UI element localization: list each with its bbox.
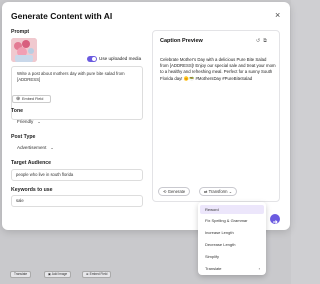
generate-button[interactable]: ⟲ Generate — [158, 187, 191, 196]
menu-item-label: Translate — [205, 266, 222, 271]
post-type-select[interactable]: Advertisement ⌄ — [17, 145, 54, 150]
menu-item-decrease-length[interactable]: Decrease Length — [200, 240, 264, 249]
footer-button-label: Translate — [14, 272, 28, 276]
generate-content-modal: Generate Content with AI × Prompt Use up… — [2, 2, 290, 230]
footer-button-label: Add Image — [51, 272, 68, 276]
target-audience-value: people who live in south florida — [16, 172, 74, 177]
menu-item-label: Decrease Length — [205, 242, 236, 247]
caption-preview-title: Caption Preview — [160, 38, 203, 44]
use-media-label: Use uploaded media — [99, 56, 142, 61]
menu-item-label: Increase Length — [205, 230, 234, 235]
flower-image-icon — [11, 38, 37, 62]
tone-label: Tone — [11, 108, 24, 114]
modal-title: Generate Content with AI — [11, 11, 113, 21]
send-button[interactable] — [270, 214, 280, 224]
send-icon — [273, 220, 278, 224]
embed-field-button[interactable]: ⊕ Embed Field — [12, 95, 51, 103]
caption-preview-text: Celebrate Mother's Day with a delicious … — [160, 57, 276, 81]
generate-label: Generate — [167, 189, 186, 194]
target-audience-label: Target Audience — [11, 160, 52, 166]
chevron-down-icon: ⌄ — [50, 145, 54, 150]
prompt-text: Write a post about mothers day with pure… — [17, 71, 125, 82]
sparkle-icon: ⟲ — [163, 189, 167, 194]
keywords-input[interactable]: sale — [11, 195, 143, 207]
chevron-right-icon: › — [258, 266, 260, 271]
menu-item-label: Reword — [205, 207, 219, 212]
menu-item-label: Fix Spelling & Grammar — [205, 218, 248, 223]
footer-button-label: Embed Field — [89, 272, 108, 276]
image-icon: ▣ — [48, 272, 52, 276]
menu-item-increase-length[interactable]: Increase Length — [200, 228, 264, 237]
transform-menu: Reword Fix Spelling & Grammar Increase L… — [198, 202, 266, 275]
keywords-label: Keywords to use — [11, 187, 53, 193]
footer-translate-button[interactable]: Translate — [10, 271, 32, 278]
post-type-value: Advertisement — [17, 145, 47, 150]
prompt-textarea[interactable]: Write a post about mothers day with pure… — [11, 66, 143, 120]
menu-item-label: Simplify — [205, 254, 220, 259]
menu-item-fix-spelling[interactable]: Fix Spelling & Grammar — [200, 216, 264, 225]
footer-add-image-button[interactable]: ▣ Add Image — [44, 271, 72, 278]
menu-item-simplify[interactable]: Simplify — [200, 252, 264, 261]
tone-value: Friendly — [17, 119, 34, 124]
prompt-label: Prompt — [11, 29, 30, 35]
close-icon[interactable]: × — [275, 10, 280, 20]
chevron-down-icon: ⌄ — [228, 189, 233, 194]
footer-embed-field-button[interactable]: ⊕ Embed Field — [82, 271, 112, 278]
tone-select[interactable]: Friendly ⌄ — [17, 119, 41, 124]
embed-icon: ⊕ — [86, 272, 89, 276]
menu-item-translate[interactable]: Translate › — [200, 264, 264, 273]
use-media-toggle[interactable] — [87, 56, 97, 62]
post-type-label: Post Type — [11, 134, 36, 140]
target-audience-input[interactable]: people who live in south florida — [11, 169, 143, 181]
copy-icon[interactable]: ⧉ — [263, 38, 270, 44]
media-thumbnail[interactable] — [11, 38, 37, 62]
caption-preview-panel: Caption Preview ↺⧉ Celebrate Mother's Da… — [152, 30, 280, 202]
chevron-down-icon: ⌄ — [37, 119, 41, 124]
embed-icon: ⊕ — [16, 96, 21, 102]
embed-field-label: Embed Field — [22, 97, 44, 101]
transform-button[interactable]: ⇄ Transform ⌄ — [199, 187, 238, 196]
transform-icon: ⇄ — [204, 189, 208, 194]
keywords-value: sale — [16, 198, 24, 203]
preview-actions: ↺⧉ — [256, 38, 270, 44]
menu-item-reword[interactable]: Reword — [200, 205, 264, 214]
transform-label: Transform — [208, 189, 228, 194]
